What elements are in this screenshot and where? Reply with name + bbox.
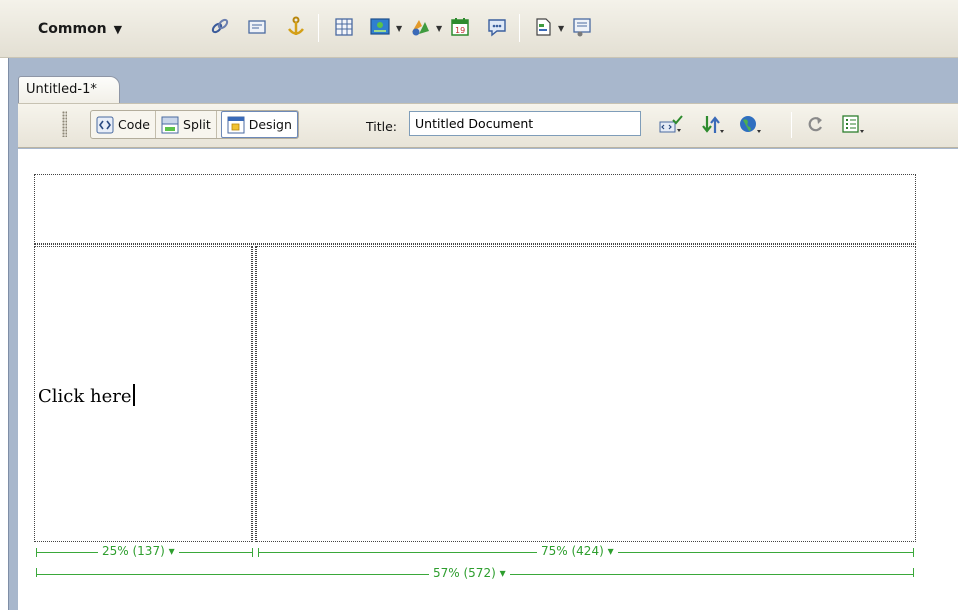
date-icon: 19 bbox=[451, 18, 469, 36]
comment-button[interactable] bbox=[484, 14, 510, 40]
code-view-button[interactable]: Code bbox=[91, 111, 157, 138]
images-icon bbox=[370, 18, 390, 35]
refresh-design-view-button[interactable] bbox=[801, 113, 831, 137]
view-options-icon bbox=[842, 115, 864, 133]
validate-markup-icon bbox=[659, 115, 683, 133]
ruler-tick bbox=[913, 568, 914, 577]
design-view-button[interactable]: Design bbox=[220, 111, 298, 138]
email-link-button[interactable] bbox=[244, 14, 270, 40]
templates-dropdown-arrow[interactable]: ▼ bbox=[558, 24, 564, 33]
validate-markup-button[interactable] bbox=[656, 113, 686, 137]
click-here-text: Click here bbox=[38, 386, 132, 407]
split-view-label: Split bbox=[183, 117, 211, 132]
text-cursor bbox=[132, 384, 135, 406]
media-dropdown-arrow[interactable]: ▼ bbox=[436, 24, 442, 33]
email-link-icon bbox=[248, 20, 266, 34]
code-view-label: Code bbox=[118, 117, 151, 132]
insert-category-label: Common bbox=[38, 21, 107, 37]
date-button[interactable]: 19 bbox=[447, 14, 473, 40]
right-frame[interactable] bbox=[256, 246, 916, 542]
view-options-button[interactable] bbox=[838, 113, 868, 137]
table-icon bbox=[335, 18, 353, 36]
document-tab-title: Untitled-1* bbox=[26, 82, 97, 97]
images-button[interactable] bbox=[367, 14, 393, 40]
insert-category-menu[interactable]: Common ▼ bbox=[38, 21, 122, 37]
named-anchor-icon bbox=[288, 16, 304, 35]
insert-bar: Common ▼ ▼ ▼ 19 ▼ bbox=[0, 0, 958, 58]
toolbar-separator bbox=[791, 112, 792, 138]
design-view-icon bbox=[227, 116, 245, 133]
svg-text:19: 19 bbox=[455, 26, 465, 35]
comment-icon bbox=[488, 19, 506, 37]
named-anchor-button[interactable] bbox=[283, 14, 309, 40]
ruler-tick bbox=[258, 548, 259, 557]
total-width-label[interactable]: 57% (572) ▾ bbox=[429, 566, 510, 580]
hyperlink-button[interactable] bbox=[207, 14, 233, 40]
view-switcher: Code Split Design bbox=[90, 110, 299, 139]
split-view-icon bbox=[161, 116, 179, 133]
toolbar-separator bbox=[519, 14, 520, 42]
globe-icon bbox=[740, 116, 761, 133]
media-icon bbox=[412, 20, 429, 36]
title-label: Title: bbox=[366, 119, 397, 134]
file-management-icon bbox=[702, 116, 724, 133]
left-column-width-label[interactable]: 25% (137) ▾ bbox=[98, 544, 179, 558]
document-tab[interactable]: Untitled-1* bbox=[18, 76, 120, 104]
design-view-label: Design bbox=[248, 117, 292, 132]
right-column-width-label[interactable]: 75% (424) ▾ bbox=[537, 544, 618, 558]
tag-chooser-button[interactable] bbox=[569, 14, 595, 40]
table-button[interactable] bbox=[331, 14, 357, 40]
images-dropdown-arrow[interactable]: ▼ bbox=[396, 24, 402, 33]
top-frame[interactable] bbox=[34, 174, 916, 244]
templates-button[interactable] bbox=[530, 14, 556, 40]
ruler-tick bbox=[913, 548, 914, 557]
ruler-tick bbox=[252, 548, 253, 557]
templates-icon bbox=[536, 18, 551, 36]
document-title-input[interactable] bbox=[409, 111, 641, 136]
left-frame-text[interactable]: Click here bbox=[38, 384, 135, 407]
ruler-tick bbox=[36, 568, 37, 577]
code-view-icon bbox=[96, 116, 114, 133]
toolbar-grip[interactable] bbox=[62, 111, 67, 137]
tag-chooser-icon bbox=[573, 18, 591, 37]
split-view-button[interactable]: Split bbox=[156, 111, 217, 138]
refresh-icon bbox=[808, 117, 822, 132]
ruler-tick bbox=[36, 548, 37, 557]
chevron-down-icon: ▼ bbox=[113, 23, 123, 36]
preview-in-browser-button[interactable] bbox=[735, 113, 765, 137]
hyperlink-icon bbox=[211, 18, 229, 34]
toolbar-separator bbox=[318, 14, 319, 42]
media-button[interactable] bbox=[407, 14, 433, 40]
file-management-button[interactable] bbox=[698, 113, 728, 137]
document-toolbar: Code Split Design Title: bbox=[18, 103, 958, 148]
